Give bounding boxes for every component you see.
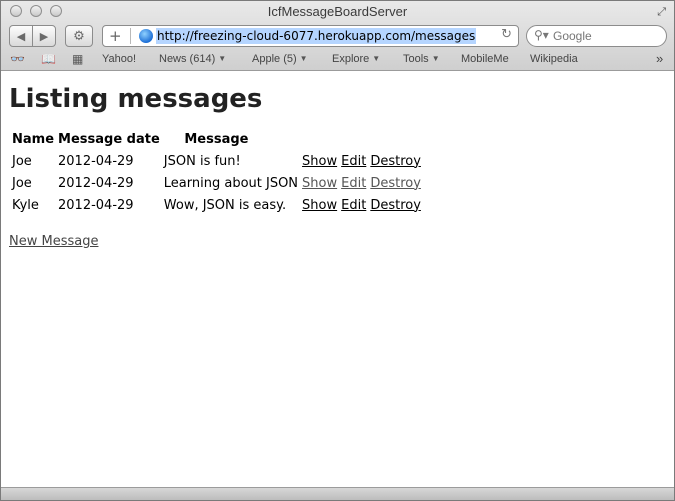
bookmark-wikipedia[interactable]: Wikipedia bbox=[530, 53, 578, 65]
column-header-name: Name bbox=[12, 131, 55, 147]
reading-list-icon[interactable]: 👓 bbox=[10, 52, 25, 66]
bookmark-label: Tools bbox=[403, 53, 429, 65]
show-link[interactable]: Show bbox=[302, 198, 337, 213]
bookmarks-overflow-icon[interactable]: » bbox=[656, 51, 663, 66]
cell-message: JSON is fun! bbox=[163, 153, 241, 169]
cell-message: Learning about JSON bbox=[163, 175, 299, 191]
page-content: Listing messages Name Message date Messa… bbox=[1, 71, 674, 488]
chevron-down-icon: ▼ bbox=[372, 54, 381, 63]
back-button[interactable]: ◀ bbox=[9, 25, 33, 47]
cell-name: Joe bbox=[12, 153, 32, 169]
column-header-date: Message date bbox=[58, 131, 160, 147]
destroy-link[interactable]: Destroy bbox=[370, 176, 421, 191]
title-bar: IcfMessageBoardServer ⤢ bbox=[1, 1, 674, 23]
globe-icon bbox=[139, 29, 153, 43]
column-header-message: Message bbox=[184, 131, 249, 147]
search-placeholder: Google bbox=[553, 29, 592, 43]
cell-name: Joe bbox=[12, 175, 32, 191]
edit-link[interactable]: Edit bbox=[341, 154, 366, 169]
bookmarks-book-icon[interactable]: 📖 bbox=[41, 52, 56, 66]
fullscreen-icon[interactable]: ⤢ bbox=[657, 5, 666, 19]
address-bar[interactable]: + http://freezing-cloud-6077.herokuapp.c… bbox=[102, 25, 519, 47]
chevron-down-icon: ▼ bbox=[218, 54, 227, 63]
reload-icon[interactable]: ↻ bbox=[501, 27, 512, 42]
bookmark-tools[interactable]: Tools ▼ bbox=[403, 53, 440, 65]
address-divider bbox=[130, 28, 131, 44]
bookmark-label: Explore bbox=[332, 53, 370, 65]
search-field[interactable]: ⚲▾ Google bbox=[526, 25, 667, 47]
browser-chrome: IcfMessageBoardServer ⤢ ◀ ▶ ⚙ + http://f… bbox=[1, 1, 674, 71]
cell-date: 2012-04-29 bbox=[58, 175, 134, 191]
cell-message: Wow, JSON is easy. bbox=[163, 197, 287, 213]
forward-arrow-icon: ▶ bbox=[39, 29, 49, 43]
table-row: Kyle 2012-04-29 Wow, JSON is easy. Show … bbox=[11, 195, 422, 215]
show-link[interactable]: Show bbox=[302, 154, 337, 169]
table-header-row: Name Message date Message bbox=[11, 129, 422, 149]
table-row: Joe 2012-04-29 Learning about JSON Show … bbox=[11, 173, 422, 193]
edit-link[interactable]: Edit bbox=[341, 176, 366, 191]
bookmark-label: Yahoo! bbox=[102, 53, 137, 65]
destroy-link[interactable]: Destroy bbox=[370, 198, 421, 213]
back-arrow-icon: ◀ bbox=[16, 29, 26, 43]
share-icon: ⚙ bbox=[73, 28, 85, 44]
search-icon[interactable]: ⚲▾ bbox=[534, 28, 549, 42]
bookmark-yahoo[interactable]: Yahoo! bbox=[102, 53, 136, 65]
column-header-actions bbox=[369, 129, 422, 149]
forward-button[interactable]: ▶ bbox=[32, 25, 56, 47]
toolbar: ◀ ▶ ⚙ + http://freezing-cloud-6077.herok… bbox=[1, 23, 674, 49]
bookmark-explore[interactable]: Explore ▼ bbox=[332, 53, 380, 65]
add-bookmark-icon[interactable]: + bbox=[109, 27, 122, 45]
show-link[interactable]: Show bbox=[302, 176, 337, 191]
column-header-actions bbox=[340, 129, 367, 149]
destroy-link[interactable]: Destroy bbox=[370, 154, 421, 169]
chevron-down-icon: ▼ bbox=[431, 54, 440, 63]
table-row: Joe 2012-04-29 JSON is fun! Show Edit De… bbox=[11, 151, 422, 171]
cell-date: 2012-04-29 bbox=[58, 197, 134, 213]
bookmark-mobileme[interactable]: MobileMe bbox=[461, 53, 509, 65]
bookmark-label: News (614) bbox=[159, 53, 216, 65]
bookmark-label: Apple (5) bbox=[252, 53, 297, 65]
edit-link[interactable]: Edit bbox=[341, 198, 366, 213]
page-title: Listing messages bbox=[9, 84, 263, 114]
column-header-actions bbox=[301, 129, 338, 149]
bookmark-apple[interactable]: Apple (5) ▼ bbox=[252, 53, 308, 65]
bookmark-news[interactable]: News (614) ▼ bbox=[159, 53, 226, 65]
cell-date: 2012-04-29 bbox=[58, 153, 134, 169]
bookmark-label: Wikipedia bbox=[530, 53, 578, 65]
messages-table: Name Message date Message Joe 2012-04-29… bbox=[9, 127, 424, 217]
share-button[interactable]: ⚙ bbox=[65, 25, 93, 47]
chevron-down-icon: ▼ bbox=[299, 54, 308, 63]
new-message-link[interactable]: New Message bbox=[9, 234, 98, 249]
cell-name: Kyle bbox=[12, 197, 39, 213]
window-title: IcfMessageBoardServer bbox=[267, 4, 408, 19]
status-bar bbox=[1, 487, 674, 500]
bookmark-label: MobileMe bbox=[461, 53, 509, 65]
browser-window: IcfMessageBoardServer ⤢ ◀ ▶ ⚙ + http://f… bbox=[0, 0, 675, 501]
bookmarks-bar: 👓 📖 ▦ Yahoo! News (614) ▼ Apple (5) ▼ Expl… bbox=[1, 49, 674, 70]
url-text[interactable]: http://freezing-cloud-6077.herokuapp.com… bbox=[156, 28, 477, 44]
top-sites-grid-icon[interactable]: ▦ bbox=[72, 52, 83, 66]
